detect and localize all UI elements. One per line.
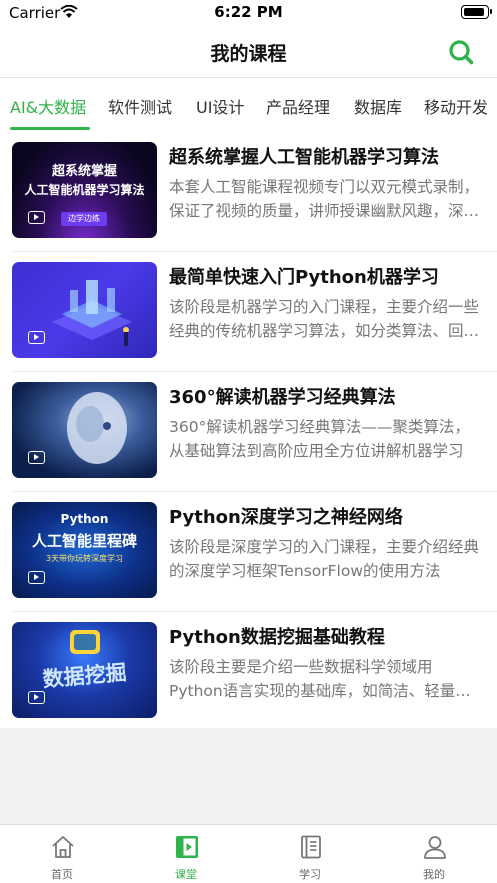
course-thumbnail: 数据挖掘 [12,622,157,718]
tabbar-home[interactable]: 首页 [0,825,124,883]
tabbar-classroom-label: 课堂 [175,868,197,881]
tab-ui-design[interactable]: UI设计 [196,94,244,118]
page-title: 我的课程 [210,43,287,65]
tabbar-study-label: 学习 [299,868,321,881]
course-desc: 该阶段是机器学习的入门课程，主要介绍一些经典的传统机器学习算法，如分类算法、回归… [169,298,480,340]
nav-bar: 我的课程 [0,26,497,78]
play-icon [28,691,45,704]
battery-icon [461,5,492,19]
active-tab-indicator [10,127,90,130]
course-thumbnail [12,382,157,478]
course-list: 超系统掌握 人工智能机器学习算法 边学边练 超系统掌握人工智能机器学习算法 本套… [0,132,497,728]
tab-mobile-dev[interactable]: 移动开发 [424,94,488,118]
tabbar-classroom[interactable]: 课堂 [124,825,248,883]
thumb-tag: 3天带你玩转深度学习 [45,554,124,563]
course-title: 360°解读机器学习经典算法 [169,387,396,408]
play-icon [28,451,45,464]
category-tabs: AI&大数据 软件测试 UI设计 产品经理 数据库 移动开发 [0,78,497,132]
tab-database[interactable]: 数据库 [354,94,402,118]
list-empty-area [0,728,497,824]
tab-product-manager[interactable]: 产品经理 [266,94,330,118]
course-desc: 该阶段主要是介绍一些数据科学领域用Python语言实现的基础库，如简洁、轻量级的… [169,658,471,700]
thumb-line1: 超系统掌握 [51,164,117,179]
course-item[interactable]: 360°解读机器学习经典算法 360°解读机器学习经典算法——聚类算法，从基础算… [0,372,497,492]
thumb-line2: 人工智能机器学习算法 [24,183,145,197]
play-icon [28,571,45,584]
thumb-tag: 边学边练 [61,212,107,226]
tabbar-study[interactable]: 学习 [248,825,372,883]
home-icon [52,836,74,858]
classroom-icon [176,836,198,858]
book-icon [301,835,321,859]
bottom-tab-bar: 首页 课堂 学习 我的 [0,824,497,883]
tabbar-me-label: 我的 [423,868,445,881]
thumb-line1: Python [60,512,109,526]
tab-ai-bigdata[interactable]: AI&大数据 [10,94,86,118]
user-icon [424,836,446,859]
course-desc: 本套人工智能课程视频专门以双元模式录制，保证了视频的质量，讲师授课幽默风趣，深入… [169,178,480,220]
course-desc: 该阶段是深度学习的入门课程，主要介绍经典的深度学习框架TensorFlow的使用… [169,538,480,580]
status-bar: Carrier 6:22 PM [0,0,497,26]
course-thumbnail: Python 人工智能里程碑 3天带你玩转深度学习 [12,502,157,598]
course-title: Python数据挖掘基础教程 [169,627,385,648]
tab-software-testing[interactable]: 软件测试 [108,94,172,118]
status-time: 6:22 PM [214,3,283,21]
course-item[interactable]: 最简单快速入门Python机器学习 该阶段是机器学习的入门课程，主要介绍一些经典… [0,252,497,372]
course-thumbnail: 超系统掌握 人工智能机器学习算法 边学边练 [12,142,157,238]
course-title: 超系统掌握人工智能机器学习算法 [169,147,439,168]
course-item[interactable]: 数据挖掘 Python数据挖掘基础教程 该阶段主要是介绍一些数据科学领域用Pyt… [0,612,497,732]
course-item[interactable]: 超系统掌握 人工智能机器学习算法 边学边练 超系统掌握人工智能机器学习算法 本套… [0,132,497,252]
thumb-line2: 人工智能里程碑 [31,532,137,550]
play-icon [28,211,45,224]
play-icon [28,331,45,344]
course-title: Python深度学习之神经网络 [169,507,403,528]
tabbar-home-label: 首页 [51,868,73,881]
course-desc: 360°解读机器学习经典算法——聚类算法，从基础算法到高阶应用全方位讲解机器学习 [169,418,470,460]
search-icon[interactable] [447,38,475,66]
course-item[interactable]: Python 人工智能里程碑 3天带你玩转深度学习 Python深度学习之神经网… [0,492,497,612]
battery-level [464,8,484,16]
tabbar-me[interactable]: 我的 [372,825,496,883]
course-thumbnail [12,262,157,358]
course-title: 最简单快速入门Python机器学习 [169,267,439,288]
